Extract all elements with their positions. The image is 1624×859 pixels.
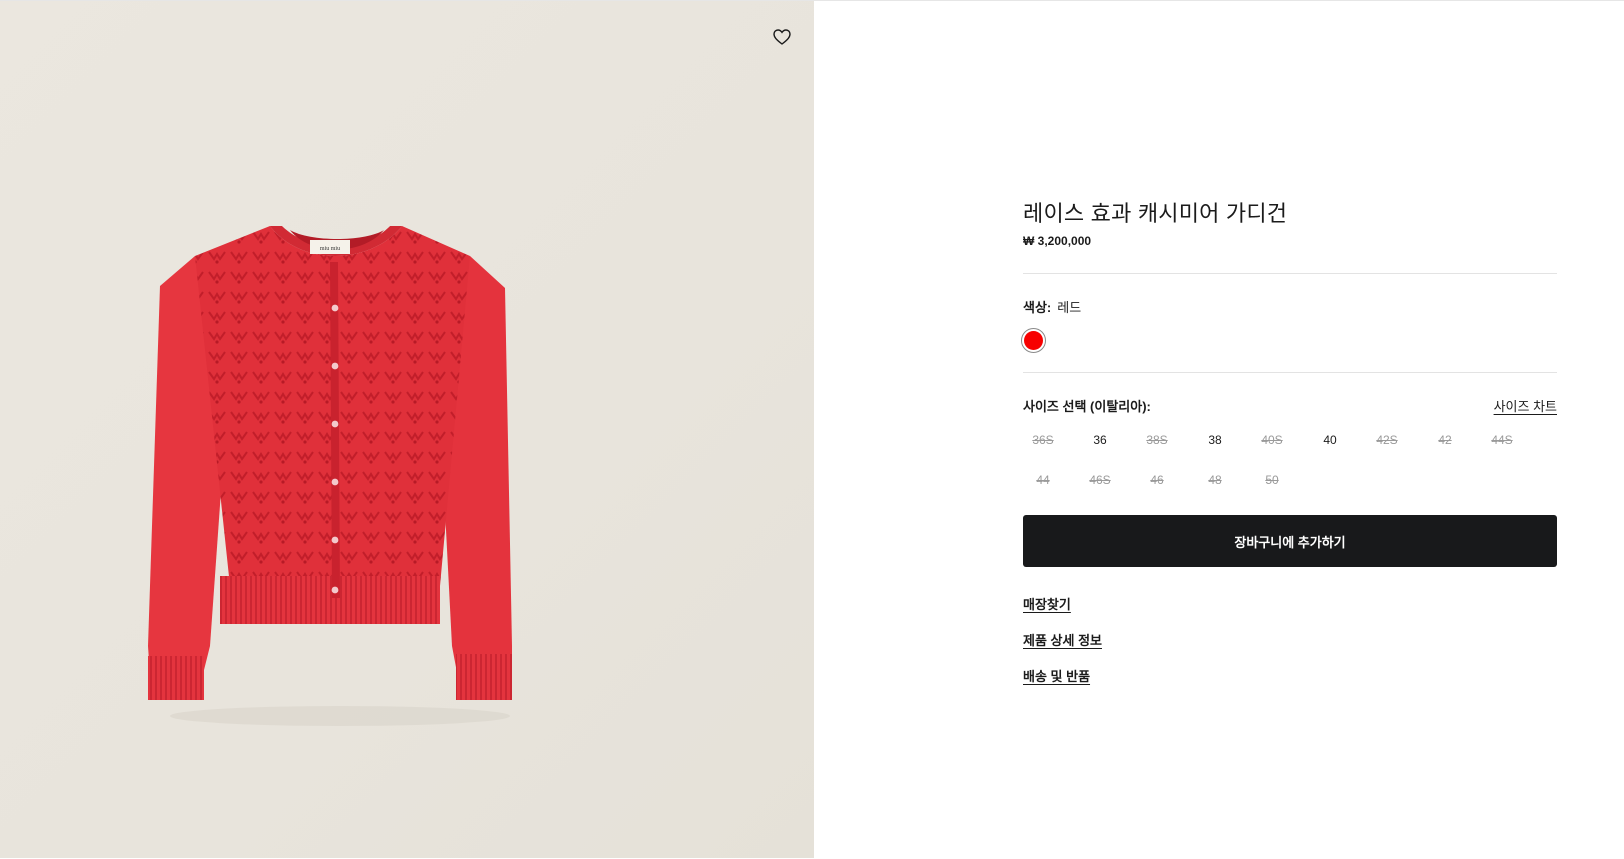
size-option-38[interactable]: 38 bbox=[1195, 428, 1235, 452]
size-option-38s[interactable]: 38S bbox=[1137, 428, 1177, 452]
size-option-40s[interactable]: 40S bbox=[1252, 428, 1292, 452]
size-option-36s[interactable]: 36S bbox=[1023, 428, 1063, 452]
color-value: 레드 bbox=[1057, 300, 1082, 315]
size-option-44[interactable]: 44 bbox=[1023, 468, 1063, 492]
size-chart-link[interactable]: 사이즈 차트 bbox=[1494, 396, 1557, 415]
find-store-link[interactable]: 매장찾기 bbox=[1023, 594, 1071, 613]
wishlist-button[interactable] bbox=[768, 23, 796, 51]
color-swatch-red[interactable] bbox=[1021, 328, 1046, 353]
product-details-link[interactable]: 제품 상세 정보 bbox=[1023, 630, 1102, 649]
size-option-36[interactable]: 36 bbox=[1080, 428, 1120, 452]
shipping-returns-link[interactable]: 배송 및 반품 bbox=[1023, 666, 1090, 685]
size-option-42s[interactable]: 42S bbox=[1367, 428, 1407, 452]
size-select-label: 사이즈 선택 (이탈리아): bbox=[1023, 399, 1151, 414]
size-option-50[interactable]: 50 bbox=[1252, 468, 1292, 492]
color-row: 색상: 레드 bbox=[1023, 297, 1081, 316]
product-image-panel: miu miu bbox=[0, 1, 814, 858]
product-title: 레이스 효과 캐시미어 가디건 bbox=[1023, 201, 1288, 226]
heart-icon bbox=[773, 29, 791, 45]
svg-text:miu miu: miu miu bbox=[320, 246, 340, 252]
size-option-46[interactable]: 46 bbox=[1137, 468, 1177, 492]
color-swatch-fill bbox=[1024, 331, 1043, 350]
size-option-44s[interactable]: 44S bbox=[1482, 428, 1522, 452]
cardigan-image: miu miu bbox=[148, 226, 512, 726]
divider bbox=[1023, 372, 1557, 373]
add-to-cart-button[interactable]: 장바구니에 추가하기 bbox=[1023, 515, 1557, 567]
size-option-46s[interactable]: 46S bbox=[1080, 468, 1120, 492]
divider bbox=[1023, 273, 1557, 274]
product-price: ₩ 3,200,000 bbox=[1023, 234, 1092, 248]
size-option-42[interactable]: 42 bbox=[1425, 428, 1465, 452]
color-label: 색상: bbox=[1023, 300, 1052, 315]
size-option-48[interactable]: 48 bbox=[1195, 468, 1235, 492]
size-option-40[interactable]: 40 bbox=[1310, 428, 1350, 452]
